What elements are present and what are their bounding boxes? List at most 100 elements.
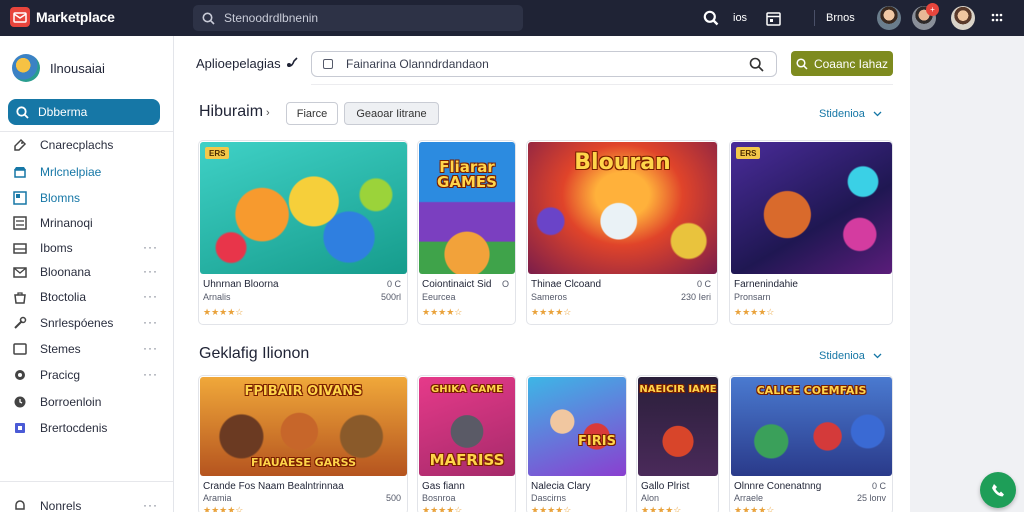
more-icon[interactable]: ··· [143, 240, 158, 254]
app-card[interactable]: ERS Farnenindahie Pronsarn ★★★★☆ [729, 140, 893, 325]
app-thumbnail[interactable]: FIRIS [528, 377, 626, 476]
main-search-bar[interactable] [311, 51, 777, 77]
rating-stars: ★★★★☆ [734, 505, 775, 512]
top-search-input[interactable] [224, 11, 504, 25]
app-thumbnail[interactable]: FPIBAIR OIVANS FIAUAESE GARSS [200, 377, 407, 476]
brand[interactable]: Marketplace [10, 7, 115, 27]
app-card[interactable]: NAEICIR IAME Gallo Plrist Alon ★★★★☆ [636, 375, 719, 512]
app-thumbnail[interactable]: GHIKA GAME MAFRISS [419, 377, 515, 476]
notification-badge: + [926, 3, 939, 16]
search-button[interactable] [703, 0, 719, 36]
app-card[interactable]: GHIKA GAME MAFRISS Gas fiann Bosnroa ★★★… [417, 375, 516, 512]
app-card[interactable]: FPIBAIR OIVANS FIAUAESE GARSS Crande Fos… [198, 375, 408, 512]
app-card[interactable]: ERS Uhnrnan Bloorna Arnalis 0 C 500rl ★★… [198, 140, 408, 325]
search-icon [796, 57, 808, 70]
avatar[interactable] [951, 6, 975, 30]
rating-stars: ★★★★☆ [641, 505, 682, 512]
card-subtitle: Dascirns [531, 493, 567, 503]
sidebar-item-9[interactable]: Stemes ··· [12, 339, 162, 359]
app-card[interactable]: FIRIS Nalecia Clary Dascirns ★★★★☆ [526, 375, 627, 512]
sidebar-item-3[interactable]: Blomns [12, 188, 162, 208]
sidebar-item-2[interactable]: Mrlcnelpiae [12, 162, 162, 182]
app-thumbnail[interactable]: Blouran [528, 142, 717, 274]
storefront-icon [12, 164, 28, 180]
sidebar-item-8[interactable]: Snrlespóenes ··· [12, 313, 162, 333]
sidebar-item-11[interactable]: Borroenloin [12, 392, 162, 412]
tools-icon [12, 315, 28, 331]
thumbnail-badge: ERS [205, 147, 230, 159]
avatar[interactable] [877, 6, 901, 30]
user-name: Ilnousaiai [50, 60, 105, 76]
sidebar-search-button[interactable]: Dbberma [8, 99, 160, 125]
more-icon[interactable]: ··· [143, 341, 158, 355]
sidebar-item-6[interactable]: Bloonana ··· [12, 262, 162, 282]
sidebar-item-label: Nonrels [40, 499, 82, 512]
sidebar-item-label: Blomns [40, 191, 81, 205]
account-label[interactable]: Brnos [826, 0, 855, 36]
sidebar-item-label: Brertocdenis [40, 421, 108, 435]
sidebar-item-label: Bloonana [40, 265, 91, 279]
search-icon[interactable] [749, 57, 764, 72]
card-subtitle: Bosnroa [422, 493, 456, 503]
card-subtitle: Eeurcea [422, 292, 456, 302]
app-card[interactable]: Blouran Thinae Clcoand Sameros 0 C 230 I… [526, 140, 718, 325]
rating-stars: ★★★★☆ [203, 307, 244, 317]
grid-dots-icon [991, 13, 1003, 22]
sidebar-item-10[interactable]: Pracicg ··· [12, 365, 162, 385]
see-all-label: Stidenioa [819, 350, 865, 362]
app-thumbnail[interactable]: NAEICIR IAME [638, 377, 718, 476]
card-meta: 0 C [386, 279, 401, 289]
sidebar-item-12[interactable]: Brertocdenis [12, 418, 162, 438]
filter-chip[interactable]: Geaoar Iitrane [344, 102, 439, 125]
card-title: Coiontinaict Sid [422, 279, 492, 290]
app-thumbnail[interactable]: CALICE COEMFAIS [731, 377, 892, 476]
user-profile[interactable]: Ilnousaiai [12, 54, 105, 82]
app-card[interactable]: Fliarar GAMES Coiontinaict Sid Eeurcea O… [417, 140, 516, 325]
filter-chip[interactable]: Fiarce [286, 102, 338, 125]
more-icon[interactable]: ··· [143, 498, 158, 512]
see-all-link[interactable]: Stidenioa [819, 108, 882, 120]
thumbnail-title: GHIKA GAME [431, 384, 503, 395]
apps-menu-button[interactable] [991, 0, 1003, 36]
bag-icon [12, 289, 28, 305]
card-title: Olnnre Conenatnng [734, 481, 822, 492]
card-subtitle: Aramia [203, 493, 232, 503]
count-label[interactable]: ios [733, 0, 747, 36]
thumbnail-subtitle: FIAUAESE GARSS [250, 456, 357, 469]
thumbnail-badge: ERS [736, 147, 761, 159]
flag-icon [12, 420, 28, 436]
avatar [12, 54, 40, 82]
search-icon [16, 105, 29, 119]
app-thumbnail[interactable]: Fliarar GAMES [419, 142, 515, 274]
more-icon[interactable]: ··· [143, 289, 158, 303]
rating-stars: ★★★★☆ [734, 307, 775, 317]
sidebar-item-1[interactable]: Cnarecplachs [12, 135, 162, 155]
more-icon[interactable]: ··· [143, 315, 158, 329]
thumbnail-title: FIRIS [578, 434, 616, 449]
calendar-button[interactable] [766, 0, 781, 36]
sidebar: Ilnousaiai Dbberma Cnarecplachs Mrlcnelp… [0, 36, 174, 512]
sidebar-item-13[interactable]: Nonrels ··· [12, 496, 162, 512]
see-all-link[interactable]: Stidenioa [819, 350, 882, 362]
create-listing-button[interactable]: Coaanc Iahaz [791, 51, 893, 76]
more-icon[interactable]: ··· [143, 367, 158, 381]
app-thumbnail[interactable]: ERS [731, 142, 892, 274]
sidebar-item-5[interactable]: Iboms ··· [12, 238, 162, 258]
sidebar-item-4[interactable]: Mrinanoqi [12, 213, 162, 233]
sidebar-item-7[interactable]: Btoctolia ··· [12, 287, 162, 307]
top-search-bar[interactable] [193, 5, 523, 31]
thumbnail-title: NAEICIR IAME [639, 384, 717, 395]
sidebar-item-label: Cnarecplachs [40, 138, 114, 152]
main-search-input[interactable] [346, 57, 736, 71]
chevron-down-icon [873, 111, 882, 117]
filter-icon [323, 59, 333, 69]
search-icon [703, 10, 719, 26]
floating-action-button[interactable] [980, 472, 1016, 508]
sidebar-search-label: Dbberma [38, 105, 88, 119]
card-title: Gas fiann [422, 481, 465, 492]
more-icon[interactable]: ··· [143, 264, 158, 278]
music-note-icon[interactable] [285, 55, 299, 69]
app-card[interactable]: CALICE COEMFAIS Olnnre Conenatnng Arrael… [729, 375, 893, 512]
inbox-icon [12, 240, 28, 256]
app-thumbnail[interactable]: ERS [200, 142, 407, 274]
